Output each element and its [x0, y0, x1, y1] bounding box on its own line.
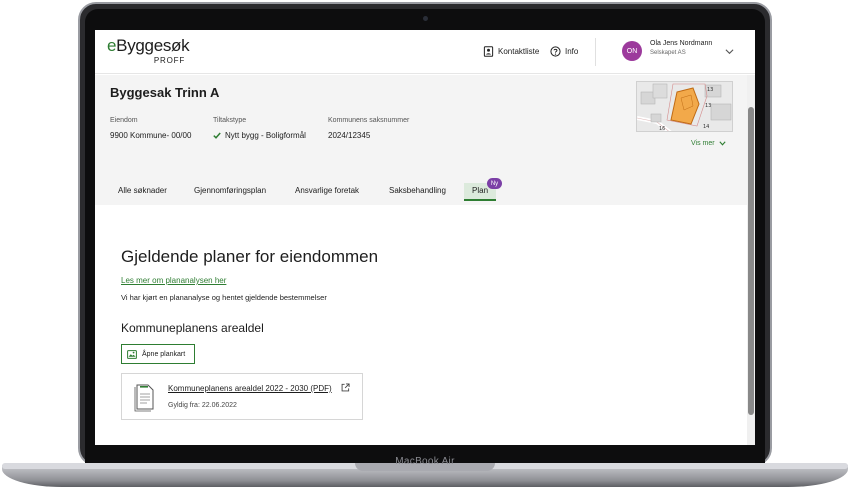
app-screen: eByggesøk PROFF Kontaktliste Info ON Ola… [95, 30, 755, 445]
check-icon [213, 132, 221, 139]
page-title: Gjeldende planer for eiendommen [121, 247, 379, 266]
show-more-label: Vis mer [691, 140, 715, 147]
tab-bar: Alle søknader Gjennomføringsplan Ansvarl… [95, 180, 747, 205]
info-link[interactable]: Info [550, 43, 578, 59]
read-more-link[interactable]: Les mer om plananalysen her [121, 276, 226, 285]
case-number-label: Kommunens saksnummer [328, 117, 410, 124]
new-badge: Ny [487, 178, 502, 189]
logo-subtext: PROFF [153, 56, 185, 65]
contact-list-link[interactable]: Kontaktliste [483, 43, 539, 59]
map-label: 16 [659, 126, 665, 132]
map-icon: 13 13 16 14 [637, 82, 732, 132]
help-icon [550, 45, 561, 57]
header-divider [595, 38, 596, 66]
tab-ansvarlige-foretak[interactable]: Ansvarlige foretak [295, 186, 359, 195]
main-content: Gjeldende planer for eiendommen Les mer … [95, 205, 747, 445]
analysis-description: Vi har kjørt en plananalyse og hentet gj… [121, 293, 327, 302]
contact-card-icon [483, 45, 494, 57]
measure-type-label: Tiltakstype [213, 117, 247, 124]
user-organization: Selskapet AS [650, 50, 686, 56]
map-label: 13 [705, 103, 711, 109]
case-number-text: 2024/12345 [328, 131, 371, 140]
scrollbar-thumb[interactable] [748, 107, 754, 415]
tab-alle-soknader[interactable]: Alle søknader [118, 186, 167, 195]
info-label: Info [565, 46, 579, 56]
document-link[interactable]: Kommuneplanens arealdel 2022 - 2030 (PDF… [168, 384, 332, 393]
chevron-down-icon [719, 141, 726, 146]
open-plan-map-button[interactable]: Åpne plankart [121, 344, 195, 364]
case-number-value: 2024/12345 [328, 131, 370, 140]
top-bar: eByggesøk PROFF Kontaktliste Info ON Ola… [95, 30, 755, 74]
logo-text: eByggesøk [107, 36, 190, 55]
property-value: 9900 Kommune- 00/00 [110, 131, 191, 140]
logo[interactable]: eByggesøk PROFF [107, 36, 190, 68]
case-title: Byggesak Trinn A [110, 85, 220, 100]
property-map-thumbnail[interactable]: 13 13 16 14 [636, 81, 733, 132]
contact-list-label: Kontaktliste [498, 46, 540, 56]
map-label: 13 [707, 87, 713, 93]
chevron-down-icon[interactable] [725, 48, 734, 55]
show-more-link[interactable]: Vis mer [691, 140, 726, 147]
measure-type-text: Nytt bygg - Boligformål [225, 131, 306, 140]
scrollbar[interactable] [747, 75, 755, 445]
device-frame: MacBook Air eByggesøk PROFF Kontaktliste [0, 0, 850, 489]
section-title: Kommuneplanens arealdel [121, 321, 264, 335]
tab-saksbehandling[interactable]: Saksbehandling [389, 186, 446, 195]
open-plan-map-label: Åpne plankart [142, 350, 186, 358]
external-link-icon[interactable] [341, 383, 350, 392]
map-label: 14 [703, 124, 709, 130]
measure-type-value: Nytt bygg - Boligformål [213, 131, 306, 140]
tab-gjennomforingsplan[interactable]: Gjennomføringsplan [194, 186, 266, 195]
user-name: Ola Jens Nordmann [650, 40, 713, 47]
document-card: Kommuneplanens arealdel 2022 - 2030 (PDF… [121, 373, 363, 420]
document-valid-from: Gyldig fra: 22.06.2022 [168, 402, 237, 409]
property-value-text: 9900 Kommune- 00/00 [110, 131, 192, 140]
map-icon [127, 349, 137, 359]
avatar[interactable]: ON [622, 41, 642, 61]
property-label: Eiendom [110, 117, 138, 124]
document-icon [134, 384, 154, 412]
camera-icon [423, 16, 428, 21]
device-label: MacBook Air [395, 456, 455, 467]
